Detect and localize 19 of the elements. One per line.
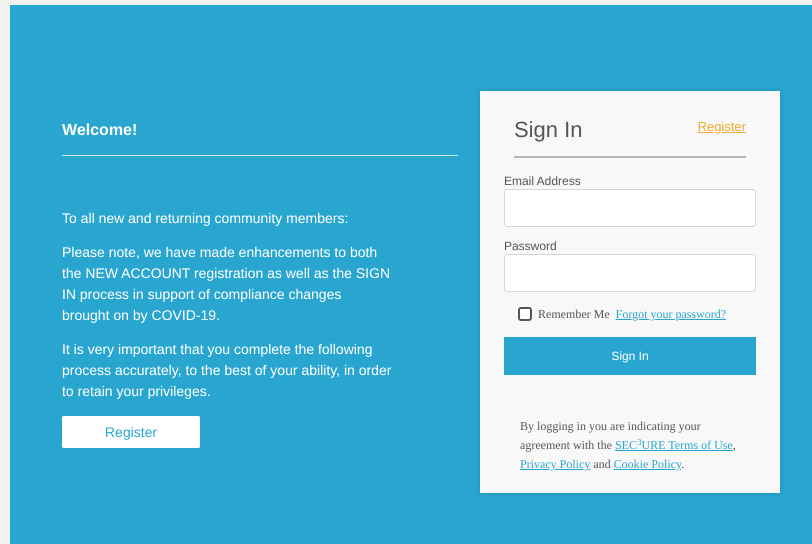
- welcome-paragraph: Please note, we have made enhancements to both the NEW ACCOUNT registration as well as the SIGN IN process in support of compliance changes brought on by COVID-19.: [62, 243, 392, 325]
- agreement-text: By logging in you are indicating your agreement with the SEC$^{3}$URE Terms of Use, Privacy Policy and Cookie Policy.: [520, 418, 737, 473]
- field-label: Password: [504, 239, 558, 253]
- password-field[interactable]: [504, 254, 756, 292]
- policy-link[interactable]: Cookie Policy: [614, 457, 682, 471]
- field-label: Email Address: [504, 174, 582, 188]
- register-link[interactable]: Register: [698, 117, 746, 136]
- remember-me-checkbox[interactable]: [518, 307, 532, 321]
- policy-link[interactable]: Privacy Policy: [520, 457, 590, 471]
- welcome-paragraph: To all new and returning community members:: [62, 209, 350, 228]
- register-button[interactable]: Register: [62, 416, 200, 448]
- welcome-paragraph: It is very important that you complete the following process accurately, to the best of your ability, in order to retain your privileges.: [62, 340, 392, 401]
- policy-link[interactable]: SEC$^{3}$URE Terms of Use: [614, 438, 733, 452]
- sign-in-button[interactable]: Sign In: [504, 337, 756, 375]
- welcome-heading: Welcome!: [62, 91, 458, 156]
- remember-me-label: Remember Me: [538, 306, 610, 323]
- sign-in-title: Sign In: [514, 116, 582, 144]
- email-field[interactable]: [504, 189, 756, 227]
- forgot-password-link[interactable]: Forgot your password?: [616, 305, 726, 323]
